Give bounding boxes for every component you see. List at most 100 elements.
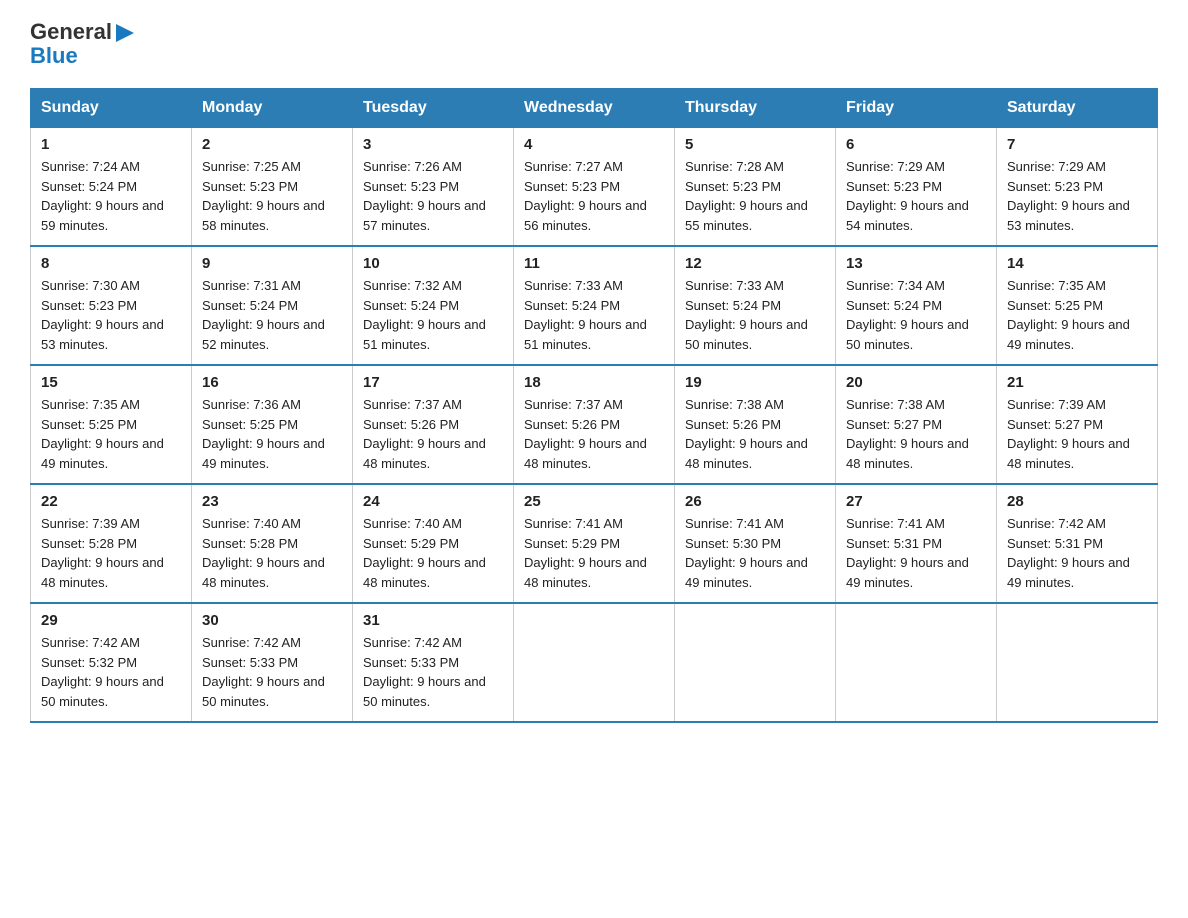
sunset-label: Sunset: 5:24 PM [202,298,298,313]
day-number: 29 [41,612,181,629]
calendar-cell: 11 Sunrise: 7:33 AM Sunset: 5:24 PM Dayl… [514,246,675,365]
weekday-header-wednesday: Wednesday [514,89,675,128]
weekday-header-tuesday: Tuesday [353,89,514,128]
calendar-cell: 27 Sunrise: 7:41 AM Sunset: 5:31 PM Dayl… [836,484,997,603]
day-number: 27 [846,493,986,510]
sunrise-label: Sunrise: 7:31 AM [202,278,301,293]
daylight-label: Daylight: 9 hours and 48 minutes. [685,436,808,471]
day-info: Sunrise: 7:36 AM Sunset: 5:25 PM Dayligh… [202,395,342,473]
day-number: 5 [685,136,825,153]
day-number: 13 [846,255,986,272]
day-info: Sunrise: 7:25 AM Sunset: 5:23 PM Dayligh… [202,157,342,235]
sunset-label: Sunset: 5:23 PM [846,179,942,194]
calendar-cell: 2 Sunrise: 7:25 AM Sunset: 5:23 PM Dayli… [192,128,353,247]
day-number: 14 [1007,255,1147,272]
sunset-label: Sunset: 5:25 PM [202,417,298,432]
calendar-cell: 24 Sunrise: 7:40 AM Sunset: 5:29 PM Dayl… [353,484,514,603]
sunrise-label: Sunrise: 7:42 AM [363,635,462,650]
sunrise-label: Sunrise: 7:26 AM [363,159,462,174]
day-info: Sunrise: 7:27 AM Sunset: 5:23 PM Dayligh… [524,157,664,235]
sunset-label: Sunset: 5:29 PM [363,536,459,551]
logo-text: GeneralBlue [30,20,136,68]
sunset-label: Sunset: 5:28 PM [41,536,137,551]
week-row-2: 8 Sunrise: 7:30 AM Sunset: 5:23 PM Dayli… [31,246,1158,365]
daylight-label: Daylight: 9 hours and 50 minutes. [846,317,969,352]
daylight-label: Daylight: 9 hours and 59 minutes. [41,198,164,233]
calendar-cell: 14 Sunrise: 7:35 AM Sunset: 5:25 PM Dayl… [997,246,1158,365]
sunrise-label: Sunrise: 7:25 AM [202,159,301,174]
sunset-label: Sunset: 5:29 PM [524,536,620,551]
weekday-row: SundayMondayTuesdayWednesdayThursdayFrid… [31,89,1158,128]
sunrise-label: Sunrise: 7:24 AM [41,159,140,174]
day-info: Sunrise: 7:35 AM Sunset: 5:25 PM Dayligh… [41,395,181,473]
page-header: GeneralBlue [30,20,1158,68]
calendar-cell: 30 Sunrise: 7:42 AM Sunset: 5:33 PM Dayl… [192,603,353,722]
day-info: Sunrise: 7:41 AM Sunset: 5:29 PM Dayligh… [524,514,664,592]
day-number: 28 [1007,493,1147,510]
sunrise-label: Sunrise: 7:40 AM [202,516,301,531]
day-number: 11 [524,255,664,272]
calendar-cell: 9 Sunrise: 7:31 AM Sunset: 5:24 PM Dayli… [192,246,353,365]
day-info: Sunrise: 7:37 AM Sunset: 5:26 PM Dayligh… [524,395,664,473]
sunrise-label: Sunrise: 7:41 AM [685,516,784,531]
day-number: 24 [363,493,503,510]
day-number: 2 [202,136,342,153]
sunset-label: Sunset: 5:27 PM [846,417,942,432]
daylight-label: Daylight: 9 hours and 49 minutes. [41,436,164,471]
weekday-header-thursday: Thursday [675,89,836,128]
day-info: Sunrise: 7:42 AM Sunset: 5:31 PM Dayligh… [1007,514,1147,592]
sunrise-label: Sunrise: 7:29 AM [846,159,945,174]
calendar-cell: 17 Sunrise: 7:37 AM Sunset: 5:26 PM Dayl… [353,365,514,484]
day-number: 7 [1007,136,1147,153]
day-number: 31 [363,612,503,629]
sunset-label: Sunset: 5:26 PM [685,417,781,432]
calendar-cell: 26 Sunrise: 7:41 AM Sunset: 5:30 PM Dayl… [675,484,836,603]
day-info: Sunrise: 7:41 AM Sunset: 5:31 PM Dayligh… [846,514,986,592]
sunset-label: Sunset: 5:24 PM [846,298,942,313]
daylight-label: Daylight: 9 hours and 48 minutes. [363,436,486,471]
daylight-label: Daylight: 9 hours and 53 minutes. [41,317,164,352]
sunrise-label: Sunrise: 7:42 AM [202,635,301,650]
calendar-cell: 5 Sunrise: 7:28 AM Sunset: 5:23 PM Dayli… [675,128,836,247]
day-number: 3 [363,136,503,153]
day-number: 8 [41,255,181,272]
sunrise-label: Sunrise: 7:41 AM [524,516,623,531]
sunrise-label: Sunrise: 7:40 AM [363,516,462,531]
calendar-cell: 7 Sunrise: 7:29 AM Sunset: 5:23 PM Dayli… [997,128,1158,247]
day-info: Sunrise: 7:39 AM Sunset: 5:27 PM Dayligh… [1007,395,1147,473]
calendar-cell: 10 Sunrise: 7:32 AM Sunset: 5:24 PM Dayl… [353,246,514,365]
day-info: Sunrise: 7:37 AM Sunset: 5:26 PM Dayligh… [363,395,503,473]
daylight-label: Daylight: 9 hours and 53 minutes. [1007,198,1130,233]
day-number: 1 [41,136,181,153]
calendar-cell: 19 Sunrise: 7:38 AM Sunset: 5:26 PM Dayl… [675,365,836,484]
sunset-label: Sunset: 5:27 PM [1007,417,1103,432]
daylight-label: Daylight: 9 hours and 58 minutes. [202,198,325,233]
daylight-label: Daylight: 9 hours and 49 minutes. [1007,555,1130,590]
daylight-label: Daylight: 9 hours and 50 minutes. [685,317,808,352]
day-info: Sunrise: 7:29 AM Sunset: 5:23 PM Dayligh… [846,157,986,235]
week-row-1: 1 Sunrise: 7:24 AM Sunset: 5:24 PM Dayli… [31,128,1158,247]
calendar-cell: 18 Sunrise: 7:37 AM Sunset: 5:26 PM Dayl… [514,365,675,484]
daylight-label: Daylight: 9 hours and 49 minutes. [202,436,325,471]
daylight-label: Daylight: 9 hours and 51 minutes. [524,317,647,352]
day-number: 23 [202,493,342,510]
day-info: Sunrise: 7:38 AM Sunset: 5:27 PM Dayligh… [846,395,986,473]
sunset-label: Sunset: 5:24 PM [524,298,620,313]
sunset-label: Sunset: 5:23 PM [202,179,298,194]
calendar-table: SundayMondayTuesdayWednesdayThursdayFrid… [30,88,1158,723]
day-number: 21 [1007,374,1147,391]
calendar-header: SundayMondayTuesdayWednesdayThursdayFrid… [31,89,1158,128]
sunrise-label: Sunrise: 7:41 AM [846,516,945,531]
daylight-label: Daylight: 9 hours and 56 minutes. [524,198,647,233]
sunset-label: Sunset: 5:24 PM [363,298,459,313]
sunrise-label: Sunrise: 7:42 AM [41,635,140,650]
sunrise-label: Sunrise: 7:42 AM [1007,516,1106,531]
day-info: Sunrise: 7:30 AM Sunset: 5:23 PM Dayligh… [41,276,181,354]
calendar-cell: 8 Sunrise: 7:30 AM Sunset: 5:23 PM Dayli… [31,246,192,365]
calendar-cell [836,603,997,722]
sunrise-label: Sunrise: 7:37 AM [363,397,462,412]
sunset-label: Sunset: 5:23 PM [685,179,781,194]
sunset-label: Sunset: 5:28 PM [202,536,298,551]
day-info: Sunrise: 7:42 AM Sunset: 5:32 PM Dayligh… [41,633,181,711]
sunrise-label: Sunrise: 7:32 AM [363,278,462,293]
